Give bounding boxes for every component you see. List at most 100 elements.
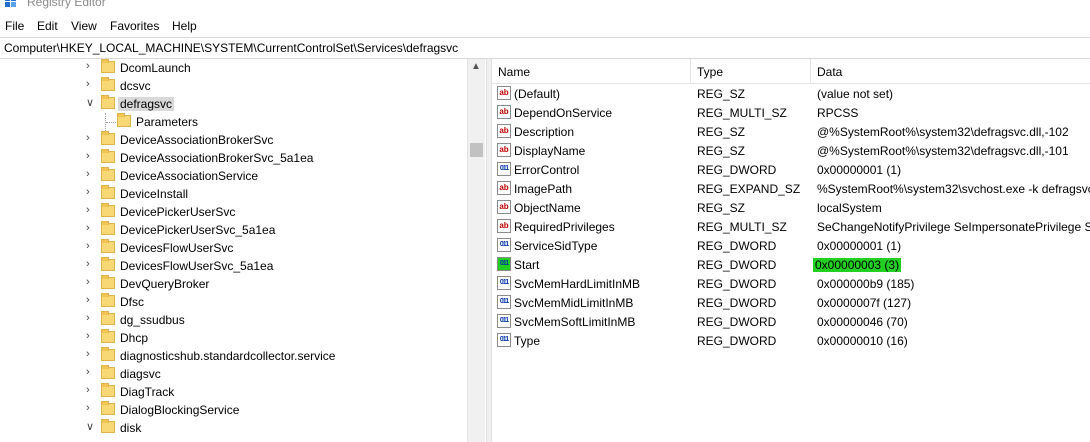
folder-icon [101,239,115,253]
column-header-type[interactable]: Type [697,65,723,79]
value-row[interactable]: ab ImagePath REG_EXPAND_SZ %SystemRoot%\sys… [491,179,1090,198]
chevron-right-icon[interactable]: › [86,60,90,72]
tree-item-label: DiagTrack [120,385,175,399]
binary-value-icon: 011 [497,276,511,290]
menu-favorites[interactable]: Favorites [110,19,159,33]
chevron-right-icon[interactable]: › [86,150,90,162]
chevron-right-icon[interactable]: › [86,204,90,216]
value-row[interactable]: 011 SvcMemSoftLimitInMB REG_DWORD 0x0000004… [491,312,1090,331]
menu-file[interactable]: File [5,19,24,33]
values-list-pane[interactable]: Name Type Data ab (Default) REG_SZ (value n… [491,59,1090,442]
value-row[interactable]: ab Description REG_SZ @%SystemRoot%\system3… [491,122,1090,141]
menu-help[interactable]: Help [172,19,197,33]
tree-item-label: DeviceInstall [120,187,189,201]
value-row[interactable]: 011 ServiceSidType REG_DWORD 0x00000001 (1) [491,236,1090,255]
tree-item[interactable]: › DiagTrack [0,383,465,401]
value-row[interactable]: 011 SvcMemHardLimitInMB REG_DWORD 0x000000b… [491,274,1090,293]
value-data: localSystem [817,201,882,215]
tree-item[interactable]: ∨ disk [0,419,465,437]
folder-icon [101,95,115,109]
value-data: (value not set) [817,87,894,101]
chevron-right-icon[interactable]: › [86,384,90,396]
tree-item[interactable]: › DevicePickerUserSvc [0,203,465,221]
value-row[interactable]: ab DisplayName REG_SZ @%SystemRoot%\system3… [491,141,1090,160]
tree-item[interactable]: Parameters [0,113,465,131]
address-bar[interactable]: Computer\HKEY_LOCAL_MACHINE\SYSTEM\Curre… [0,37,1090,59]
tree-item[interactable]: ∨ defragsvc [0,95,465,113]
tree-item[interactable]: › dcsvc [0,77,465,95]
chevron-right-icon[interactable]: › [86,240,90,252]
chevron-right-icon[interactable]: › [86,132,90,144]
value-data: 0x000000b9 (185) [817,277,915,291]
folder-icon [101,257,115,271]
value-type: REG_EXPAND_SZ [697,182,801,196]
tree-item[interactable]: › DevicesFlowUserSvc [0,239,465,257]
tree-item[interactable]: › DevicesFlowUserSvc_5a1ea [0,257,465,275]
column-header-data[interactable]: Data [817,65,842,79]
tree-item[interactable]: › DevQueryBroker [0,275,465,293]
tree-item[interactable]: › DcomLaunch [0,59,465,77]
column-header-name[interactable]: Name [498,65,530,79]
tree-item[interactable]: › Dhcp [0,329,465,347]
value-name: ServiceSidType [514,239,598,253]
column-divider[interactable] [810,59,811,83]
chevron-right-icon[interactable]: › [86,258,90,270]
value-row[interactable]: 011 SvcMemMidLimitInMB REG_DWORD 0x0000007f… [491,293,1090,312]
menu-edit[interactable]: Edit [37,19,58,33]
chevron-right-icon[interactable]: › [86,222,90,234]
chevron-right-icon[interactable]: › [86,276,90,288]
string-value-icon: ab [497,124,511,138]
tree-item[interactable]: › dg_ssudbus [0,311,465,329]
chevron-right-icon[interactable]: › [86,168,90,180]
tree-guide-line [106,122,116,123]
value-row[interactable]: 011 Type REG_DWORD 0x00000010 (16) [491,331,1090,350]
tree-item[interactable]: › diagnosticshub.standardcollector.servic… [0,347,465,365]
chevron-down-icon[interactable]: ∨ [86,96,94,109]
value-row[interactable]: ab ObjectName REG_SZ localSystem [491,198,1090,217]
tree-item[interactable]: › Dfsc [0,293,465,311]
value-row[interactable]: ab RequiredPrivileges REG_MULTI_SZ SeChange… [491,217,1090,236]
scroll-up-arrow-icon[interactable]: ▲ [471,61,481,72]
key-tree-pane[interactable]: › DcomLaunch › dcsvc ∨ defragsvc Parameters › De… [0,59,485,442]
value-type: REG_DWORD [697,296,777,310]
chevron-right-icon[interactable]: › [86,294,90,306]
chevron-right-icon[interactable]: › [86,330,90,342]
address-path[interactable]: Computer\HKEY_LOCAL_MACHINE\SYSTEM\Curre… [4,41,458,55]
chevron-right-icon[interactable]: › [86,186,90,198]
column-divider[interactable] [690,59,691,83]
value-row[interactable]: 011 Start REG_DWORD 0x00000003 (3) [491,255,1090,274]
folder-icon [101,203,115,217]
value-type: REG_SZ [697,125,746,139]
value-row[interactable]: 011 ErrorControl REG_DWORD 0x00000001 (1) [491,160,1090,179]
tree-item-label: DevicesFlowUserSvc_5a1ea [120,259,274,273]
tree-scrollbar[interactable]: ▲ [467,59,485,442]
chevron-right-icon[interactable]: › [86,312,90,324]
tree-item[interactable]: › DeviceAssociationBrokerSvc [0,131,465,149]
value-row[interactable]: ab (Default) REG_SZ (value not set) [491,84,1090,103]
value-data: 0x00000046 (70) [817,315,908,329]
tree-item-label: defragsvc [118,97,175,111]
tree-item-label: DevicePickerUserSvc_5a1ea [120,223,276,237]
scrollbar-thumb[interactable] [470,143,483,157]
folder-icon [101,221,115,235]
value-name: SvcMemHardLimitInMB [514,277,641,291]
value-type: REG_DWORD [697,258,777,272]
tree-item-label: diagnosticshub.standardcollector.service [120,349,336,363]
tree-item[interactable]: › DeviceAssociationService [0,167,465,185]
chevron-right-icon[interactable]: › [86,348,90,360]
value-row[interactable]: ab DependOnService REG_MULTI_SZ RPCSS [491,103,1090,122]
menu-view[interactable]: View [71,19,97,33]
chevron-down-icon[interactable]: ∨ [86,420,94,433]
menu-bar: File Edit View Favorites Help [0,16,1090,36]
tree-item[interactable]: › DevicePickerUserSvc_5a1ea [0,221,465,239]
chevron-right-icon[interactable]: › [86,366,90,378]
tree-item-label: DeviceAssociationBrokerSvc [120,133,274,147]
tree-item[interactable]: › DialogBlockingService [0,401,465,419]
chevron-right-icon[interactable]: › [86,402,90,414]
list-header: Name Type Data [491,59,1090,84]
tree-item[interactable]: › DeviceAssociationBrokerSvc_5a1ea [0,149,465,167]
binary-value-icon: 011 [497,162,511,176]
chevron-right-icon[interactable]: › [86,78,90,90]
tree-item[interactable]: › DeviceInstall [0,185,465,203]
tree-item[interactable]: › diagsvc [0,365,465,383]
